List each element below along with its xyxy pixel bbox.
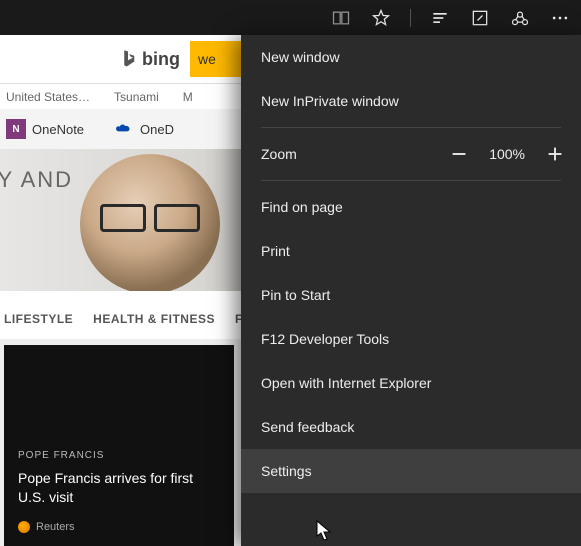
menu-divider	[261, 127, 561, 128]
hub-icon[interactable]	[429, 7, 451, 29]
reading-view-icon[interactable]	[330, 7, 352, 29]
category-tab[interactable]: LIFESTYLE	[4, 312, 73, 326]
favorite-label: OneNote	[32, 122, 84, 137]
more-menu: New window New InPrivate window Zoom 100…	[241, 35, 581, 546]
titlebar-separator	[410, 9, 411, 27]
menu-zoom: Zoom 100%	[241, 132, 581, 176]
hero-photo-detail	[100, 204, 200, 228]
story-tag: POPE FRANCIS	[18, 450, 220, 461]
hero-text-fragment: TY AND	[0, 167, 73, 193]
bing-label: bing	[142, 49, 180, 70]
browser-titlebar	[0, 0, 581, 35]
bing-logo[interactable]: bing	[120, 49, 180, 70]
share-icon[interactable]	[509, 7, 531, 29]
favorite-onenote[interactable]: N OneNote	[6, 119, 84, 139]
menu-divider	[261, 180, 561, 181]
favorite-onedrive[interactable]: OneD	[114, 122, 174, 137]
more-icon[interactable]	[549, 7, 571, 29]
favorite-star-icon[interactable]	[370, 7, 392, 29]
menu-print[interactable]: Print	[241, 229, 581, 273]
zoom-label: Zoom	[261, 146, 297, 162]
zoom-value: 100%	[489, 146, 525, 162]
story-source: Reuters	[18, 521, 220, 533]
favorite-label: OneD	[140, 122, 174, 137]
news-topic[interactable]: M	[183, 90, 193, 104]
menu-open-ie[interactable]: Open with Internet Explorer	[241, 361, 581, 405]
zoom-in-button[interactable]	[541, 140, 569, 168]
menu-new-inprivate[interactable]: New InPrivate window	[241, 79, 581, 123]
story-source-label: Reuters	[36, 521, 75, 533]
story-headline: Pope Francis arrives for first U.S. visi…	[18, 469, 220, 507]
menu-pin[interactable]: Pin to Start	[241, 273, 581, 317]
menu-find[interactable]: Find on page	[241, 185, 581, 229]
menu-feedback[interactable]: Send feedback	[241, 405, 581, 449]
onenote-icon: N	[6, 119, 26, 139]
zoom-out-button[interactable]	[445, 140, 473, 168]
reuters-icon	[18, 521, 30, 533]
search-query-text: we	[198, 51, 216, 67]
story-card[interactable]: POPE FRANCIS Pope Francis arrives for fi…	[4, 345, 234, 546]
zoom-controls: 100%	[445, 140, 569, 168]
menu-devtools[interactable]: F12 Developer Tools	[241, 317, 581, 361]
menu-new-window[interactable]: New window	[241, 35, 581, 79]
menu-settings[interactable]: Settings	[241, 449, 581, 493]
webnote-icon[interactable]	[469, 7, 491, 29]
news-topic[interactable]: United States…	[6, 90, 90, 104]
news-topic[interactable]: Tsunami	[114, 90, 159, 104]
onedrive-icon	[114, 123, 134, 135]
category-tab[interactable]: HEALTH & FITNESS	[93, 312, 215, 326]
